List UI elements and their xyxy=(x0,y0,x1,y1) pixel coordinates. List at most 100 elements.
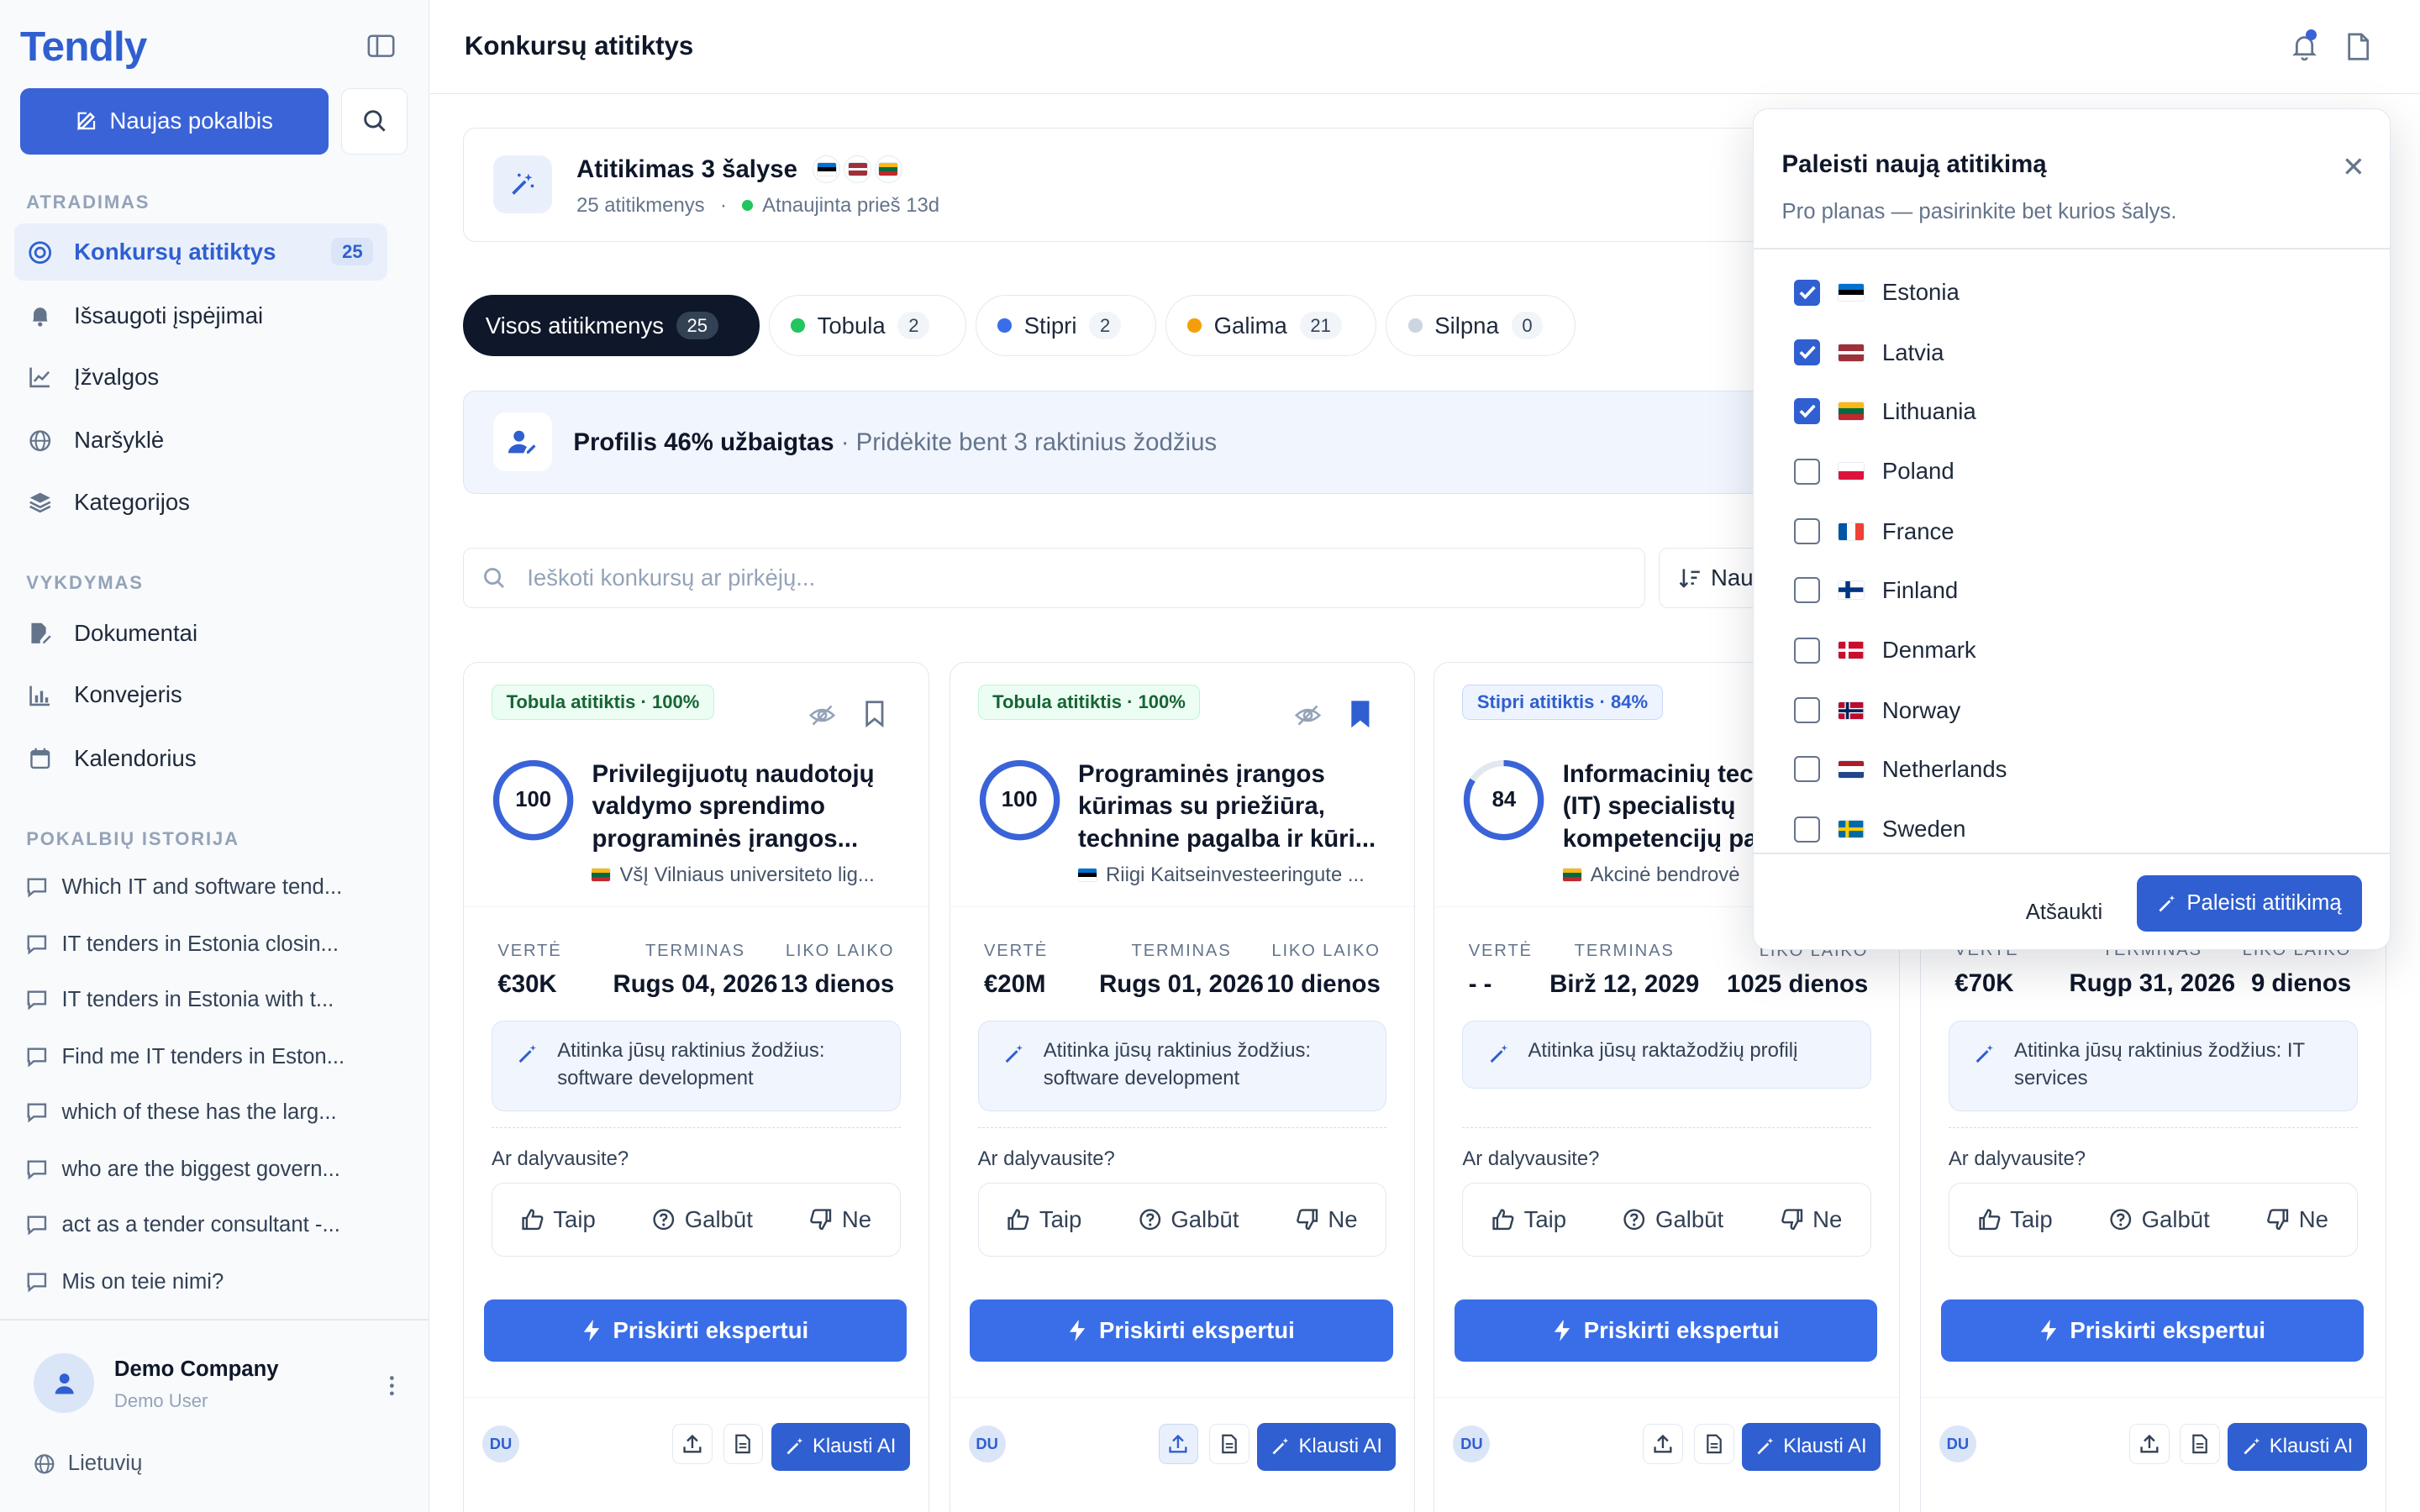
avatar[interactable] xyxy=(34,1352,95,1414)
country-option-latvia[interactable]: Latvia xyxy=(1794,337,1944,368)
cancel-button[interactable]: Atšaukti xyxy=(2026,900,2102,925)
history-item[interactable]: Which IT and software tend... xyxy=(26,872,381,903)
history-item[interactable]: who are the biggest govern... xyxy=(26,1154,381,1185)
sidebar-item-calendar[interactable]: Kalendorius xyxy=(14,730,387,787)
history-item[interactable]: IT tenders in Estonia with t... xyxy=(26,984,381,1016)
search-button[interactable] xyxy=(340,87,408,155)
assign-expert-button[interactable]: Priskirti ekspertui xyxy=(483,1299,908,1362)
share-button[interactable] xyxy=(1643,1424,1683,1465)
avatar[interactable]: DU xyxy=(1453,1425,1491,1463)
share-button[interactable] xyxy=(2128,1424,2170,1465)
assign-expert-button[interactable]: Priskirti ekspertui xyxy=(970,1299,1393,1362)
country-option-lithuania[interactable]: Lithuania xyxy=(1794,396,1976,427)
country-option-poland[interactable]: Poland xyxy=(1794,456,1954,487)
tender-title[interactable]: Privilegijuotų naudotojų valdymo sprendi… xyxy=(592,759,908,856)
sidebar-item-matches[interactable]: Konkursų atitiktys 25 xyxy=(13,223,387,281)
filter-possible[interactable]: Galima 21 xyxy=(1165,294,1377,357)
document-icon[interactable] xyxy=(2346,33,2370,60)
tender-card[interactable]: Tobula atitiktis · 100% 100 Privilegijuo… xyxy=(463,661,929,1512)
document-button[interactable] xyxy=(1693,1424,1734,1465)
history-item[interactable]: act as a tender consultant -... xyxy=(26,1210,381,1241)
more-vertical-icon[interactable] xyxy=(386,1373,398,1398)
country-option-estonia[interactable]: Estonia xyxy=(1794,277,1960,308)
assign-expert-button[interactable]: Priskirti ekspertui xyxy=(1940,1299,2364,1362)
tender-title[interactable]: Programinės įrangos kūrimas su priežiūra… xyxy=(1078,759,1395,856)
sidebar-item-saved-alerts[interactable]: Išsaugoti įspėjimai xyxy=(14,287,387,344)
country-checkbox[interactable] xyxy=(1794,458,1821,485)
sidebar-item-insights[interactable]: Įžvalgos xyxy=(14,349,387,406)
value-amount: €70K xyxy=(1954,969,2014,997)
filter-perfect[interactable]: Tobula 2 xyxy=(768,294,966,357)
document-button[interactable] xyxy=(723,1424,764,1465)
country-checkbox[interactable] xyxy=(1794,518,1821,545)
new-chat-button[interactable]: Naujas pokalbis xyxy=(19,87,329,155)
filter-strong[interactable]: Stipri 2 xyxy=(975,294,1156,357)
ask-ai-button[interactable]: Klausti AI xyxy=(2228,1422,2367,1471)
sidebar-toggle-icon[interactable] xyxy=(367,34,395,58)
sweden-flag-icon xyxy=(1839,821,1864,838)
ask-ai-button[interactable]: Klausti AI xyxy=(771,1422,910,1471)
avatar[interactable]: DU xyxy=(968,1425,1006,1463)
filter-weak[interactable]: Silpna 0 xyxy=(1386,294,1576,357)
country-checkbox[interactable] xyxy=(1794,279,1821,306)
sidebar-item-pipeline[interactable]: Konvejeris xyxy=(14,666,387,723)
hide-eye-icon[interactable] xyxy=(1294,701,1322,729)
country-option-finland[interactable]: Finland xyxy=(1794,575,1958,606)
section-title-history: POKALBIŲ ISTORIJA xyxy=(26,828,239,850)
history-item[interactable]: IT tenders in Estonia closin... xyxy=(26,929,381,960)
share-button[interactable] xyxy=(671,1424,713,1465)
country-checkbox[interactable] xyxy=(1794,756,1821,783)
filter-all[interactable]: Visos atitikmenys 25 xyxy=(463,294,760,357)
history-item[interactable]: Mis on teie nimi? xyxy=(26,1267,381,1298)
finland-flag-icon xyxy=(1839,581,1864,599)
avatar[interactable]: DU xyxy=(482,1425,520,1463)
sidebar-item-categories[interactable]: Kategorijos xyxy=(14,474,387,531)
tender-card[interactable]: Tobula atitiktis · 100% 100 Programinės … xyxy=(949,661,1416,1512)
country-option-france[interactable]: France xyxy=(1794,516,1954,547)
vote-yes-button[interactable]: Taip xyxy=(521,1206,596,1233)
language-selector[interactable]: Lietuvių xyxy=(34,1452,142,1476)
country-checkbox[interactable] xyxy=(1794,576,1821,604)
sidebar-item-browser[interactable]: Naršyklė xyxy=(14,412,387,469)
sidebar-item-documents[interactable]: Dokumentai xyxy=(14,605,387,662)
vote-yes-button[interactable]: Taip xyxy=(1007,1206,1081,1233)
country-checkbox[interactable] xyxy=(1794,397,1821,425)
vote-no-button[interactable]: Ne xyxy=(2266,1206,2328,1233)
vote-yes-button[interactable]: Taip xyxy=(1978,1206,2053,1233)
hide-eye-icon[interactable] xyxy=(808,701,836,729)
history-item[interactable]: which of these has the larg... xyxy=(26,1097,381,1128)
country-checkbox[interactable] xyxy=(1794,697,1821,724)
vote-no-button[interactable]: Ne xyxy=(1781,1206,1842,1233)
tender-search-input[interactable]: Ieškoti konkursų ar pirkėjų... xyxy=(463,548,1645,608)
vote-maybe-button[interactable]: Galbūt xyxy=(652,1206,753,1233)
share-button[interactable] xyxy=(1158,1424,1199,1465)
document-button[interactable] xyxy=(2180,1424,2221,1465)
country-option-norway[interactable]: Norway xyxy=(1794,696,1960,727)
bookmark-icon[interactable] xyxy=(864,700,886,728)
assign-expert-button[interactable]: Priskirti ekspertui xyxy=(1455,1299,1878,1362)
assign-expert-label: Priskirti ekspertui xyxy=(2070,1317,2266,1344)
country-option-sweden[interactable]: Sweden xyxy=(1794,814,1965,845)
deadline-value: Birž 12, 2029 xyxy=(1549,969,1700,998)
country-option-denmark[interactable]: Denmark xyxy=(1794,635,1976,666)
close-icon[interactable]: ✕ xyxy=(2342,150,2365,184)
vote-maybe-button[interactable]: Galbūt xyxy=(2109,1206,2210,1233)
sidebar-item-label: Konkursų atitiktys xyxy=(74,239,276,265)
country-checkbox[interactable] xyxy=(1794,339,1821,366)
vote-no-button[interactable]: Ne xyxy=(1296,1206,1358,1233)
document-button[interactable] xyxy=(1209,1424,1249,1465)
ask-ai-button[interactable]: Klausti AI xyxy=(1257,1422,1397,1471)
run-match-button[interactable]: Paleisti atitikimą xyxy=(2136,875,2363,932)
vote-yes-button[interactable]: Taip xyxy=(1491,1206,1566,1233)
profile-completion-banner[interactable]: Profilis 46% užbaigtas · Pridėkite bent … xyxy=(463,390,1853,494)
bookmark-filled-icon[interactable] xyxy=(1349,700,1371,728)
vote-maybe-button[interactable]: Galbūt xyxy=(1623,1206,1723,1233)
country-option-netherlands[interactable]: Netherlands xyxy=(1794,753,2007,785)
ask-ai-button[interactable]: Klausti AI xyxy=(1741,1422,1881,1471)
country-checkbox[interactable] xyxy=(1794,637,1821,664)
vote-maybe-button[interactable]: Galbūt xyxy=(1139,1206,1239,1233)
country-checkbox[interactable] xyxy=(1794,816,1821,843)
history-item[interactable]: Find me IT tenders in Eston... xyxy=(26,1042,381,1073)
avatar[interactable]: DU xyxy=(1939,1425,1976,1463)
vote-no-button[interactable]: Ne xyxy=(809,1206,871,1233)
